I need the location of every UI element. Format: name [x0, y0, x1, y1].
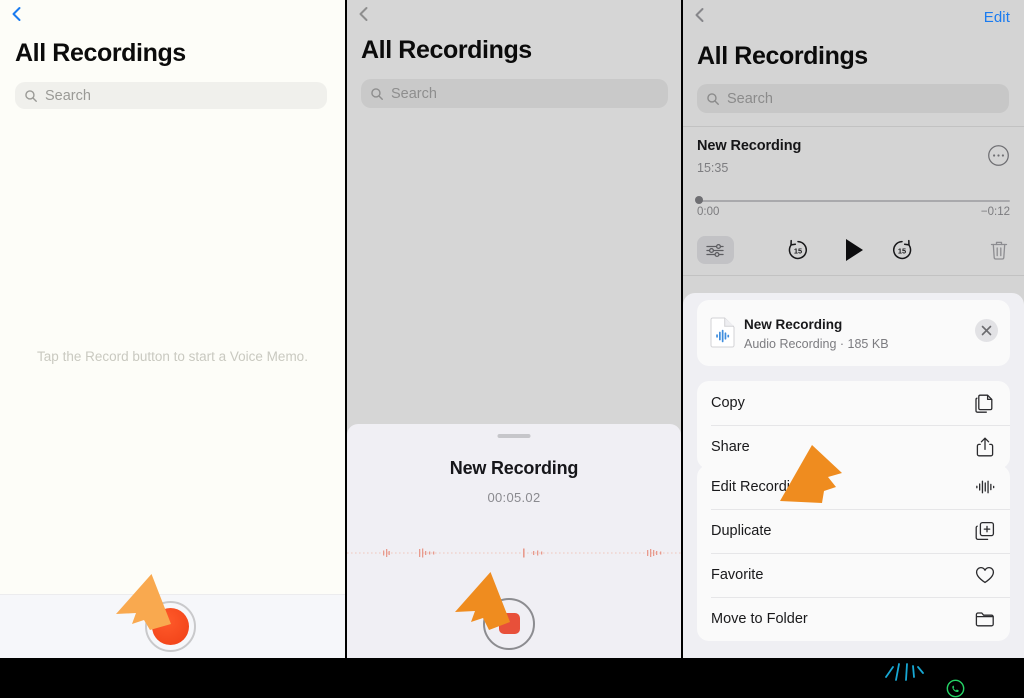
menu-item-share[interactable]: Share — [697, 425, 1010, 469]
device-bottom-bar — [0, 658, 1024, 698]
whatsapp-icon — [946, 679, 965, 698]
chevron-left-icon[interactable] — [356, 6, 372, 22]
search-placeholder: Search — [45, 87, 91, 104]
recording-name: New Recording — [449, 458, 579, 478]
duplicate-icon — [974, 520, 996, 542]
menu-item-favorite[interactable]: Favorite — [697, 553, 1010, 597]
menu-item-label: Edit Recording — [711, 479, 807, 495]
share-menu-group-1: Copy Share — [697, 381, 1010, 469]
menu-item-label: Move to Folder — [711, 611, 808, 627]
chevron-left-icon[interactable] — [9, 6, 25, 22]
recording-name: New Recording — [697, 138, 802, 154]
screenshot-stage: All Recordings Search Tap the Record but… — [0, 0, 1024, 698]
search-icon — [370, 87, 384, 101]
svg-text:15: 15 — [794, 247, 802, 256]
heart-icon — [974, 564, 996, 586]
menu-item-move-to-folder[interactable]: Move to Folder — [697, 597, 1010, 641]
recording-time: 15:35 — [697, 161, 729, 175]
page-title: All Recordings — [697, 42, 868, 70]
sheet-grabber[interactable] — [497, 434, 531, 438]
shared-file-meta: Audio Recording · 185 KB — [744, 337, 889, 351]
playback-scrubber[interactable] — [697, 200, 1010, 202]
close-icon[interactable] — [975, 319, 998, 342]
trim-button[interactable] — [697, 236, 734, 264]
page-title: All Recordings — [361, 36, 532, 64]
playback-controls: 15 15 — [683, 236, 1024, 274]
waveform-icon — [974, 476, 996, 498]
recording-sheet: New Recording 00:05.02 — [347, 424, 681, 658]
live-waveform — [347, 546, 681, 560]
share-sheet: New Recording Audio Recording · 185 KB C… — [683, 293, 1024, 658]
trash-icon[interactable] — [988, 236, 1010, 264]
page-title: All Recordings — [15, 39, 186, 67]
edit-button[interactable]: Edit — [984, 9, 1010, 26]
search-input[interactable]: Search — [15, 82, 327, 109]
menu-item-duplicate[interactable]: Duplicate — [697, 509, 1010, 553]
menu-item-edit-recording[interactable]: Edit Recording — [697, 465, 1010, 509]
play-button[interactable] — [841, 236, 867, 264]
shared-file-name: New Recording — [744, 317, 843, 332]
search-placeholder: Search — [727, 90, 773, 107]
divider — [683, 126, 1024, 127]
divider — [683, 275, 1024, 276]
menu-item-label: Share — [711, 439, 750, 455]
panel-recordings-empty: All Recordings Search Tap the Record but… — [0, 0, 345, 658]
menu-item-label: Duplicate — [711, 523, 772, 539]
share-menu-group-2: Edit Recording Duplicate Favorite Move t… — [697, 465, 1010, 641]
playback-elapsed: 0:00 — [697, 206, 720, 218]
search-input[interactable]: Search — [361, 79, 668, 108]
chevron-left-icon[interactable] — [692, 7, 708, 23]
ellipsis-circle-icon[interactable] — [987, 144, 1010, 167]
tap-indicator — [878, 658, 932, 684]
stop-button[interactable] — [499, 613, 520, 634]
svg-text:15: 15 — [898, 247, 906, 256]
skip-forward-15-icon[interactable]: 15 — [889, 236, 915, 264]
share-icon — [974, 436, 996, 458]
search-icon — [24, 89, 38, 103]
audio-file-icon — [710, 317, 735, 348]
recording-elapsed: 00:05.02 — [487, 490, 541, 505]
panel-share-sheet: Edit All Recordings Search New Recording… — [683, 0, 1024, 658]
menu-item-label: Favorite — [711, 567, 764, 583]
search-placeholder: Search — [391, 85, 437, 102]
copy-icon — [974, 392, 996, 414]
folder-icon — [974, 608, 996, 630]
search-input[interactable]: Search — [697, 84, 1009, 113]
menu-item-copy[interactable]: Copy — [697, 381, 1010, 425]
empty-state-text: Tap the Record button to start a Voice M… — [37, 349, 308, 364]
panel-recording-active: All Recordings Search New Recording 00:0… — [347, 0, 681, 658]
record-button[interactable] — [152, 608, 189, 645]
record-toolbar — [0, 594, 345, 658]
scrubber-knob[interactable] — [695, 196, 703, 204]
search-icon — [706, 92, 720, 106]
playback-remaining: −0:12 — [980, 206, 1010, 218]
shared-file-card: New Recording Audio Recording · 185 KB — [697, 300, 1010, 366]
menu-item-label: Copy — [711, 395, 745, 411]
skip-back-15-icon[interactable]: 15 — [785, 236, 811, 264]
